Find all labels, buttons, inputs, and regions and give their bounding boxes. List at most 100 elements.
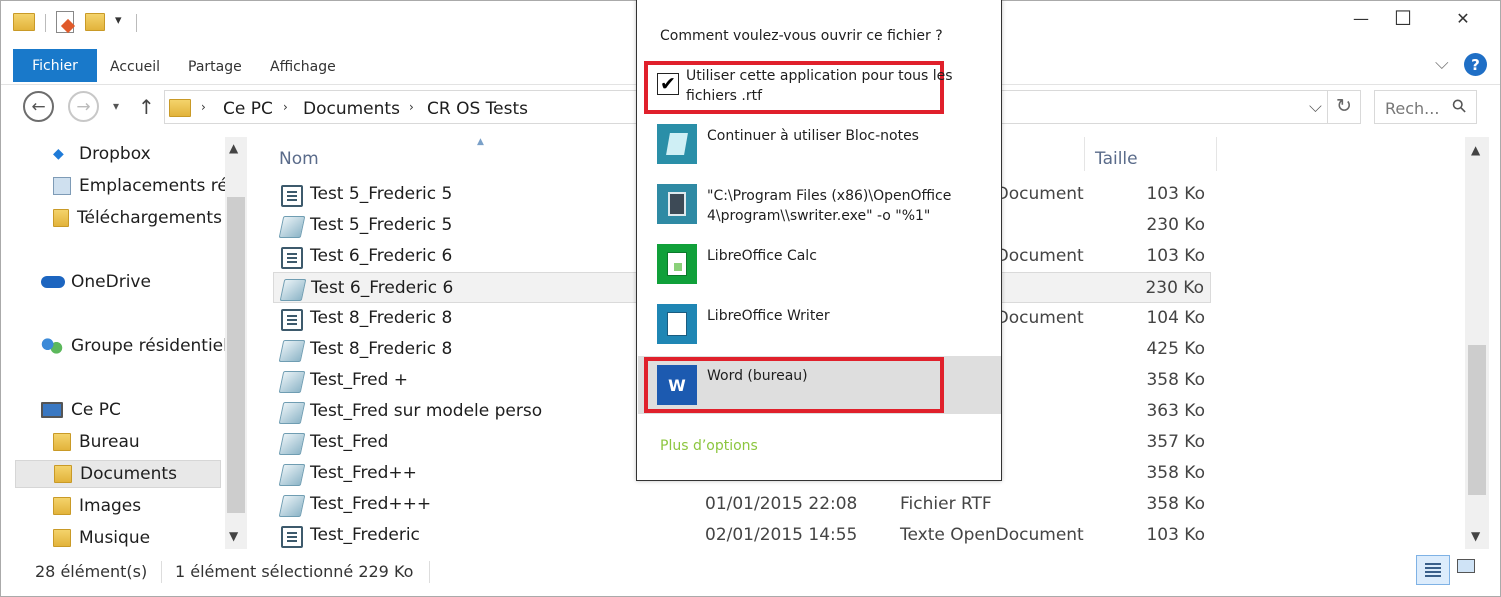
- address-dropdown-icon[interactable]: ⌵: [1309, 97, 1322, 117]
- nav-item-onedrive[interactable]: OneDrive: [15, 268, 225, 296]
- nav-item-label: Images: [79, 496, 142, 516]
- tab-affichage[interactable]: Affichage: [270, 59, 336, 75]
- properties-icon[interactable]: [56, 11, 76, 34]
- selection-info: 1 élément sélectionné 229 Ko: [175, 562, 414, 581]
- nav-item-groupe-residentiel[interactable]: Groupe résidentiel: [15, 332, 225, 360]
- file-name: Test 6_Frederic 6: [311, 278, 454, 298]
- nav-item-documents[interactable]: Documents: [15, 460, 221, 488]
- column-divider[interactable]: [1084, 137, 1085, 171]
- tab-fichier[interactable]: Fichier: [13, 49, 97, 82]
- details-view-button[interactable]: [1416, 555, 1450, 585]
- qat-dropdown-icon[interactable]: ▾: [115, 13, 122, 28]
- close-button[interactable]: ✕: [1425, 1, 1501, 35]
- tab-accueil[interactable]: Accueil: [110, 59, 160, 75]
- rtf-file-icon: [278, 433, 306, 455]
- nav-scrollbar[interactable]: ▲ ▼: [225, 137, 247, 549]
- always-use-checkbox[interactable]: ✔: [657, 73, 679, 95]
- file-size: 358 Ko: [1146, 463, 1205, 483]
- minimize-button[interactable]: —: [1341, 1, 1381, 35]
- chevron-right-icon[interactable]: ›: [283, 100, 288, 114]
- nav-item-images[interactable]: Images: [15, 492, 225, 520]
- app-option-openoffice-writer[interactable]: "C:\Program Files (x86)\OpenOffice 4\pro…: [637, 176, 1001, 236]
- app-option-libreoffice-calc[interactable]: LibreOffice Calc: [637, 236, 1001, 296]
- column-header-taille[interactable]: Taille: [1095, 149, 1138, 169]
- maximize-button[interactable]: ☐: [1383, 1, 1423, 35]
- breadcrumb-documents[interactable]: Documents: [303, 99, 400, 119]
- nav-item-musique[interactable]: Musique: [15, 524, 225, 549]
- new-folder-icon[interactable]: [85, 13, 105, 31]
- refresh-icon[interactable]: ↻: [1336, 95, 1352, 117]
- scroll-up-icon[interactable]: ▲: [1471, 143, 1480, 157]
- recent-places-icon: [53, 177, 71, 195]
- recent-locations-icon[interactable]: ▾: [113, 99, 119, 113]
- chevron-right-icon[interactable]: ›: [409, 100, 414, 114]
- back-arrow-icon: ←: [31, 96, 46, 117]
- always-use-label-line2: fichiers .rtf: [686, 88, 763, 104]
- more-options-link[interactable]: Plus d’options: [660, 438, 758, 454]
- help-icon[interactable]: ?: [1464, 53, 1487, 76]
- open-with-dialog: Comment voulez-vous ouvrir ce fichier ? …: [636, 0, 1002, 481]
- nav-item-label: Emplacements réc: [79, 176, 225, 196]
- nav-item-label: Musique: [79, 528, 151, 548]
- nav-item-dropbox[interactable]: ◆ Dropbox: [15, 140, 225, 168]
- chevron-right-icon[interactable]: ›: [201, 100, 206, 114]
- search-icon[interactable]: ⚲: [1448, 94, 1472, 118]
- separator: [45, 14, 46, 32]
- sort-ascending-icon: ▲: [477, 137, 484, 147]
- tab-partage[interactable]: Partage: [188, 59, 242, 75]
- computer-icon: [41, 402, 63, 418]
- nav-item-label: Dropbox: [79, 144, 151, 164]
- app-option-bloc-notes[interactable]: Continuer à utiliser Bloc-notes: [637, 116, 1001, 176]
- file-name: Test 8_Frederic 8: [310, 308, 453, 328]
- nav-item-telechargements[interactable]: Téléchargements: [15, 204, 225, 232]
- forward-button[interactable]: →: [68, 91, 99, 122]
- file-name: Test_Fred+++: [310, 494, 432, 514]
- up-button[interactable]: ↑: [138, 95, 155, 119]
- navigation-pane: ◆ Dropbox Emplacements réc Téléchargement…: [15, 137, 225, 549]
- rtf-file-icon: [278, 464, 306, 486]
- back-button[interactable]: ←: [23, 91, 54, 122]
- file-name: Test 5_Frederic 5: [310, 215, 453, 235]
- ribbon-expand-icon[interactable]: ⌵: [1435, 53, 1449, 74]
- file-size: 363 Ko: [1146, 401, 1205, 421]
- file-date: 02/01/2015 14:55: [705, 525, 858, 545]
- file-size: 230 Ko: [1145, 278, 1204, 298]
- nav-item-emplacements-recents[interactable]: Emplacements réc: [15, 172, 225, 200]
- app-option-libreoffice-writer[interactable]: LibreOffice Writer: [637, 296, 1001, 356]
- libreoffice-calc-icon: [657, 244, 697, 284]
- table-row[interactable]: Test_Frederic 02/01/2015 14:55 Texte OpenD…: [273, 520, 1211, 549]
- checkmark-icon: ✔: [660, 73, 676, 95]
- app-label: LibreOffice Writer: [707, 308, 830, 324]
- rtf-file-icon: [278, 216, 306, 238]
- odt-file-icon: [281, 247, 303, 269]
- nav-item-label: Groupe résidentiel: [71, 336, 225, 356]
- table-row[interactable]: Test_Fred+++ 01/01/2015 22:08 Fichier RTF 3…: [273, 489, 1211, 520]
- nav-item-label: Bureau: [79, 432, 140, 452]
- search-input[interactable]: Rech... ⚲: [1374, 90, 1477, 124]
- homegroup-icon: [41, 337, 63, 355]
- column-header-nom[interactable]: Nom: [279, 149, 319, 169]
- folder-icon: [13, 13, 35, 31]
- nav-item-bureau[interactable]: Bureau: [15, 428, 225, 456]
- scrollbar-thumb[interactable]: [1468, 345, 1486, 495]
- nav-item-label: Téléchargements: [77, 208, 222, 228]
- file-name: Test_Fred +: [310, 370, 409, 390]
- separator: [136, 14, 137, 32]
- nav-item-ce-pc[interactable]: Ce PC: [15, 396, 225, 424]
- scroll-down-icon[interactable]: ▼: [1471, 529, 1480, 543]
- file-list-scrollbar[interactable]: ▲ ▼: [1465, 137, 1489, 549]
- breadcrumb-ce-pc[interactable]: Ce PC: [223, 99, 273, 119]
- breadcrumb-cr-os-tests[interactable]: CR OS Tests: [427, 99, 528, 119]
- file-size: 104 Ko: [1146, 308, 1205, 328]
- scrollbar-thumb[interactable]: [227, 197, 245, 513]
- large-icons-view-button[interactable]: [1457, 559, 1475, 573]
- app-label: LibreOffice Calc: [707, 248, 817, 264]
- column-divider[interactable]: [1216, 137, 1217, 171]
- close-icon: ✕: [1456, 8, 1470, 28]
- minimize-icon: —: [1353, 8, 1369, 28]
- file-name: Test_Fred: [310, 432, 389, 452]
- scroll-down-icon[interactable]: ▼: [229, 529, 238, 543]
- scroll-up-icon[interactable]: ▲: [229, 141, 238, 155]
- nav-item-label: Ce PC: [71, 400, 121, 420]
- maximize-icon: ☐: [1394, 6, 1412, 30]
